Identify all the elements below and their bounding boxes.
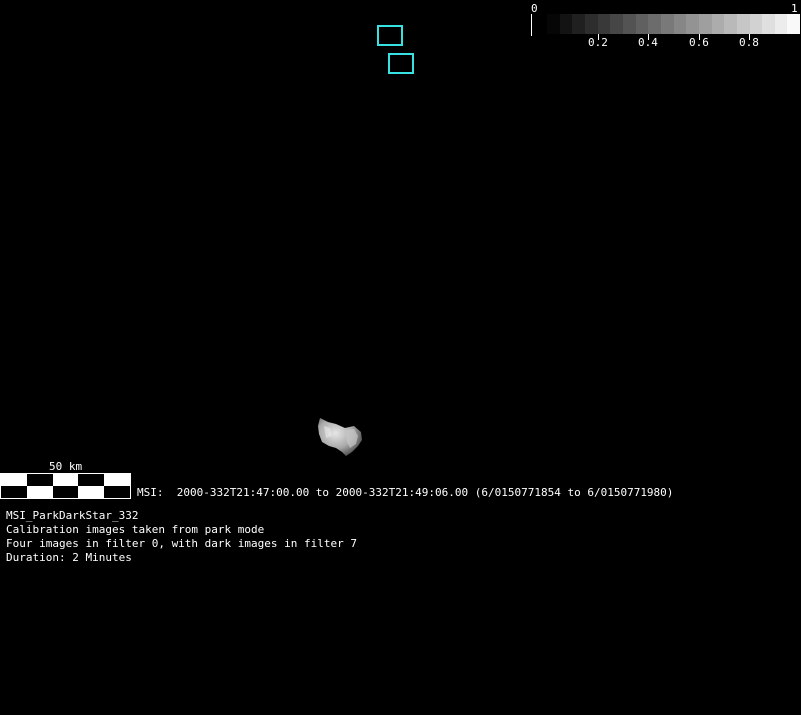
observation-filters: Four images in filter 0, with dark image… [6,537,357,550]
scale-bar-segment [78,486,105,498]
colorbar-step [584,14,598,34]
scale-bar-segment [26,486,53,498]
colorbar-max-label: 1 [791,2,798,15]
colorbar-step [787,14,801,34]
colorbar-step [610,14,623,34]
scale-bar-label: 50 km [49,460,83,473]
colorbar-step [648,14,661,34]
colorbar-step [736,14,750,34]
colorbar-tick-label: 0.8 [739,36,759,49]
colorbar-step [762,14,775,34]
image-footprint[interactable] [388,53,414,74]
colorbar-step [686,14,699,34]
colorbar-step [749,14,763,34]
colorbar-tick-label: 0.4 [638,36,658,49]
colorbar-step [774,14,788,34]
scale-bar-segment [52,474,79,486]
observation-duration: Duration: 2 Minutes [6,551,132,564]
colorbar-step [597,14,611,34]
image-footprint[interactable] [377,25,403,46]
asteroid-image [318,418,362,456]
scale-bar-segment [104,474,130,486]
colorbar-step [559,14,573,34]
colorbar-ramp [547,14,801,34]
observation-description: Calibration images taken from park mode [6,523,265,536]
colorbar-min-label: 0 [531,2,538,15]
observation-time-range: MSI: 2000-332T21:47:00.00 to 2000-332T21… [137,486,674,499]
observation-info: MSI_ParkDarkStar_332 Calibration images … [6,509,357,565]
scale-bar-segment [52,486,79,498]
scale-bar-segment [1,486,27,498]
colorbar-step [724,14,737,34]
colorbar-step [572,14,585,34]
scale-bar-segment [104,486,130,498]
scale-bar-segment [78,474,105,486]
colorbar-step [660,14,674,34]
scale-bar [0,473,131,499]
colorbar-tick-label: 0.2 [588,36,608,49]
colorbar-step [673,14,687,34]
colorbar-step [547,14,560,34]
scale-bar-segment [1,474,27,486]
colorbar-step [622,14,636,34]
colorbar-axis [531,14,532,36]
scale-bar-segment [26,474,53,486]
observation-name: MSI_ParkDarkStar_332 [6,509,139,522]
colorbar-step [698,14,712,34]
colorbar-step [711,14,725,34]
colorbar-step [635,14,649,34]
colorbar-tick-label: 0.6 [689,36,709,49]
